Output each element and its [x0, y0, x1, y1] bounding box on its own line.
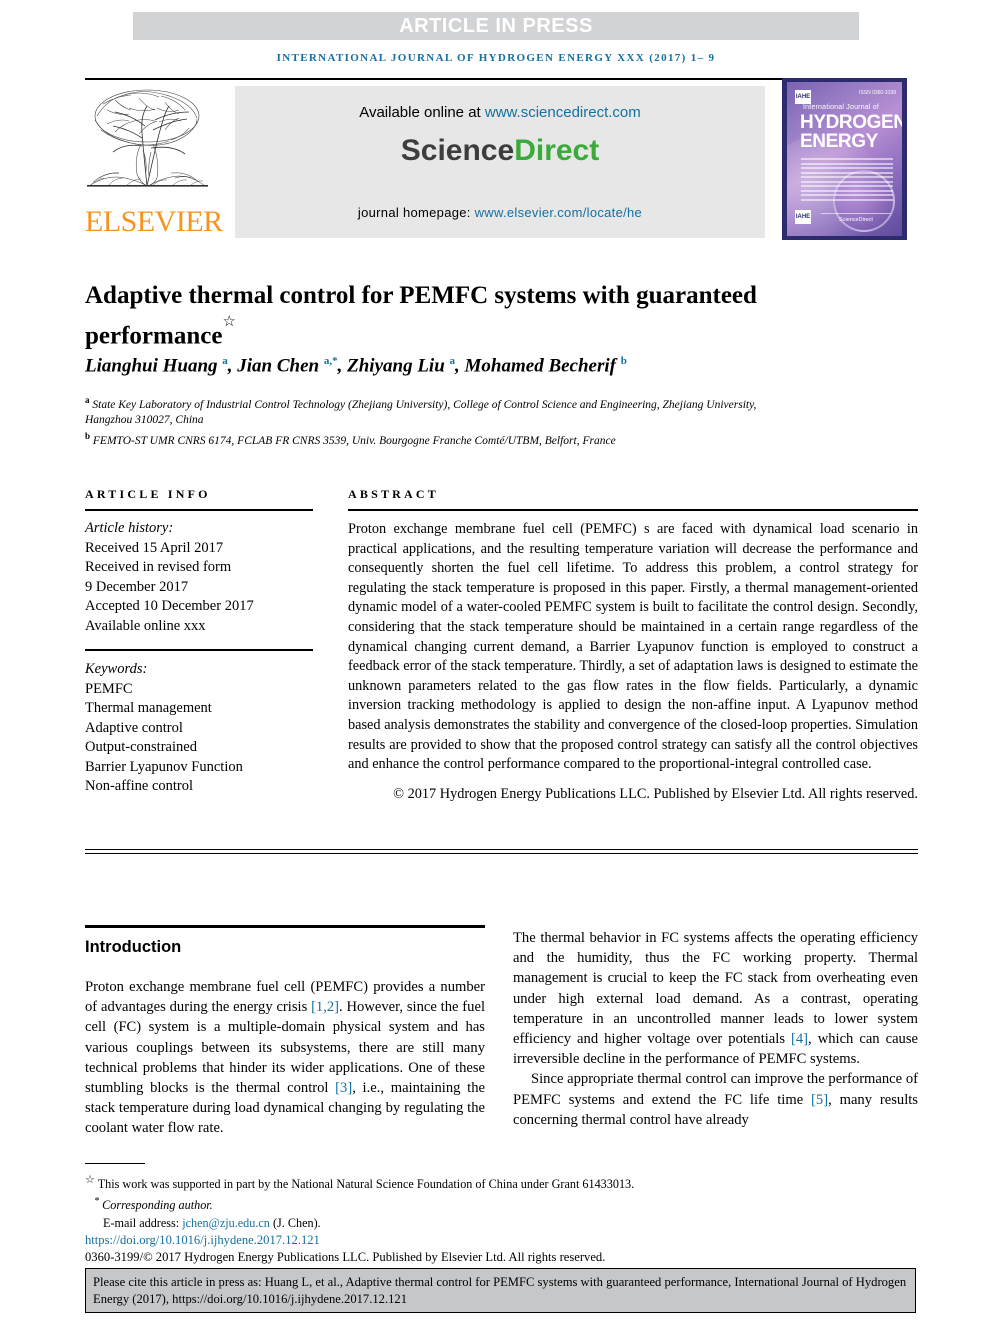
email-link[interactable]: jchen@zju.edu.cn	[182, 1216, 270, 1230]
abstract-bottom-rule-1	[85, 849, 918, 850]
footnote-block: ☆ This work was supported in part by the…	[85, 1172, 918, 1266]
introduction-heading: Introduction	[85, 938, 182, 956]
journal-homepage-link[interactable]: www.elsevier.com/locate/he	[475, 205, 642, 220]
article-in-press-banner: ARTICLE IN PRESS	[133, 12, 859, 40]
keywords-list: PEMFC Thermal management Adaptive control O…	[85, 680, 313, 797]
abstract-bottom-rule-2	[85, 853, 918, 854]
abstract-heading: ABSTRACT	[348, 487, 439, 501]
footnote-email-line: E-mail address: jchen@zju.edu.cn (J. Che…	[85, 1215, 918, 1232]
article-in-press-label: ARTICLE IN PRESS	[399, 15, 593, 37]
page-title: Adaptive thermal control for PEMFC syste…	[85, 278, 785, 353]
list-item: 9 December 2017	[85, 578, 189, 595]
masthead: ELSEVIER Available online at www.science…	[85, 78, 907, 240]
footnote-corresponding: * Corresponding author.	[85, 1193, 918, 1214]
affiliation-list: a State Key Laboratory of Industrial Con…	[85, 393, 805, 449]
affiliation-b-text: FEMTO-ST UMR CNRS 6174, FCLAB FR CNRS 35…	[92, 434, 616, 447]
cover-small-title: International Journal of	[803, 104, 880, 111]
doi-link[interactable]: https://doi.org/10.1016/j.ijhydene.2017.…	[85, 1233, 320, 1247]
page-title-text: Adaptive thermal control for PEMFC syste…	[85, 281, 757, 350]
list-item: Thermal management	[85, 700, 212, 716]
list-item: Accepted 10 December 2017	[85, 598, 254, 614]
list-item: Barrier Lyapunov Function	[85, 758, 243, 775]
list-item: PEMFC	[85, 680, 133, 697]
article-info-rule	[85, 509, 313, 511]
issn-copyright-line: 0360-3199/© 2017 Hydrogen Energy Publica…	[85, 1249, 606, 1264]
affiliation-marker-a: a	[85, 395, 90, 405]
abstract-copyright: © 2017 Hydrogen Energy Publications LLC.…	[393, 785, 918, 802]
list-item: Available online xxx	[85, 617, 206, 634]
doi-line: https://doi.org/10.1016/j.ijhydene.2017.…	[85, 1232, 918, 1249]
sciencedirect-url-link[interactable]: www.sciencedirect.com	[485, 104, 641, 121]
article-history-list: Received 15 April 2017 Received in revise…	[85, 539, 313, 637]
cover-editor-lines	[801, 158, 893, 203]
introduction-rule	[85, 925, 485, 928]
journal-running-head: INTERNATIONAL JOURNAL OF HYDROGEN ENERGY…	[276, 52, 716, 64]
cite-this-article-box: Please cite this article in press as: Hu…	[85, 1268, 916, 1313]
abstract-body: Proton exchange membrane fuel cell (PEMF…	[348, 521, 918, 773]
elsevier-wordmark: ELSEVIER	[85, 205, 223, 238]
journal-homepage-line: journal homepage: www.elsevier.com/locat…	[235, 205, 765, 220]
footnote-email-suffix: (J. Chen).	[269, 1215, 321, 1230]
cover-title-line-2: ENERGY	[800, 131, 878, 152]
cover-issn-label: ISSN 0360-3199	[859, 90, 896, 96]
introduction-paragraph-2: The thermal behavior in FC systems affec…	[513, 930, 918, 1068]
footnote-funding: ☆ This work was supported in part by the…	[85, 1172, 918, 1193]
masthead-top-rule	[85, 78, 825, 80]
list-item: Received 15 April 2017	[85, 539, 224, 556]
cover-badge-top-icon: IAHE	[795, 90, 811, 104]
journal-cover-thumbnail: ISSN 0360-3199 IAHE International Journa…	[782, 78, 907, 240]
sciencedirect-wordmark: ScienceDirect	[235, 134, 765, 168]
title-footnote-marker: ☆	[222, 313, 236, 330]
footnote-separator-rule	[85, 1163, 145, 1164]
list-item: Received in revised form	[85, 559, 232, 575]
sciencedirect-word-direct: Direct	[514, 134, 600, 167]
introduction-paragraph-3: Since appropriate thermal control can im…	[513, 1071, 918, 1128]
footnote-funding-text: This work was supported in part by the N…	[97, 1177, 635, 1192]
footnote-corresponding-text: Corresponding author.	[102, 1198, 213, 1213]
list-item: Adaptive control	[85, 719, 183, 736]
cover-badge-bottom-icon: IAHE	[795, 210, 811, 224]
keywords-label: Keywords:	[85, 661, 148, 677]
abstract-rule	[348, 509, 918, 511]
sciencedirect-box: Available online at www.sciencedirect.co…	[235, 86, 765, 238]
keywords-rule	[85, 649, 313, 651]
available-online-label: Available online at	[359, 104, 485, 121]
affiliation-marker-b: b	[85, 430, 91, 441]
affiliation-a-text: State Key Laboratory of Industrial Contr…	[85, 398, 757, 427]
footnote-funding-marker: ☆	[85, 1174, 95, 1186]
journal-cover-art: ISSN 0360-3199 IAHE International Journa…	[787, 82, 902, 236]
article-info-heading: ARTICLE INFO	[85, 487, 211, 501]
list-item: Non-affine control	[85, 778, 194, 794]
author-list: Lianghui Huang a, Jian Chen a,*, Zhiyang…	[85, 355, 627, 377]
sciencedirect-word-science: Science	[400, 134, 515, 167]
list-item: Output-constrained	[85, 739, 197, 755]
elsevier-tree-icon	[87, 89, 208, 187]
journal-homepage-label: journal homepage:	[357, 205, 475, 220]
article-info-column: ARTICLE INFO Article history: Received 1…	[85, 487, 313, 797]
affiliation-a: a State Key Laboratory of Industrial Con…	[85, 393, 805, 429]
available-online-line: Available online at www.sciencedirect.co…	[235, 104, 765, 121]
elsevier-logo: ELSEVIER	[85, 86, 223, 238]
cite-this-article-text: Please cite this article in press as: Hu…	[93, 1275, 907, 1306]
cover-footer-label: ScienceDirect	[821, 213, 891, 223]
abstract-column: ABSTRACT Proton exchange membrane fuel c…	[348, 487, 918, 804]
introduction-left-column: Proton exchange membrane fuel cell (PEMF…	[85, 979, 485, 1137]
footnote-email-label: E-mail address:	[103, 1215, 183, 1230]
cover-title-line-1: HYDROGEN	[800, 112, 902, 133]
footnote-corresponding-marker: *	[94, 1196, 100, 1208]
affiliation-b: b FEMTO-ST UMR CNRS 6174, FCLAB FR CNRS …	[85, 429, 805, 449]
article-history-label: Article history:	[85, 520, 174, 536]
introduction-right-column: The thermal behavior in FC systems affec…	[513, 928, 918, 1130]
